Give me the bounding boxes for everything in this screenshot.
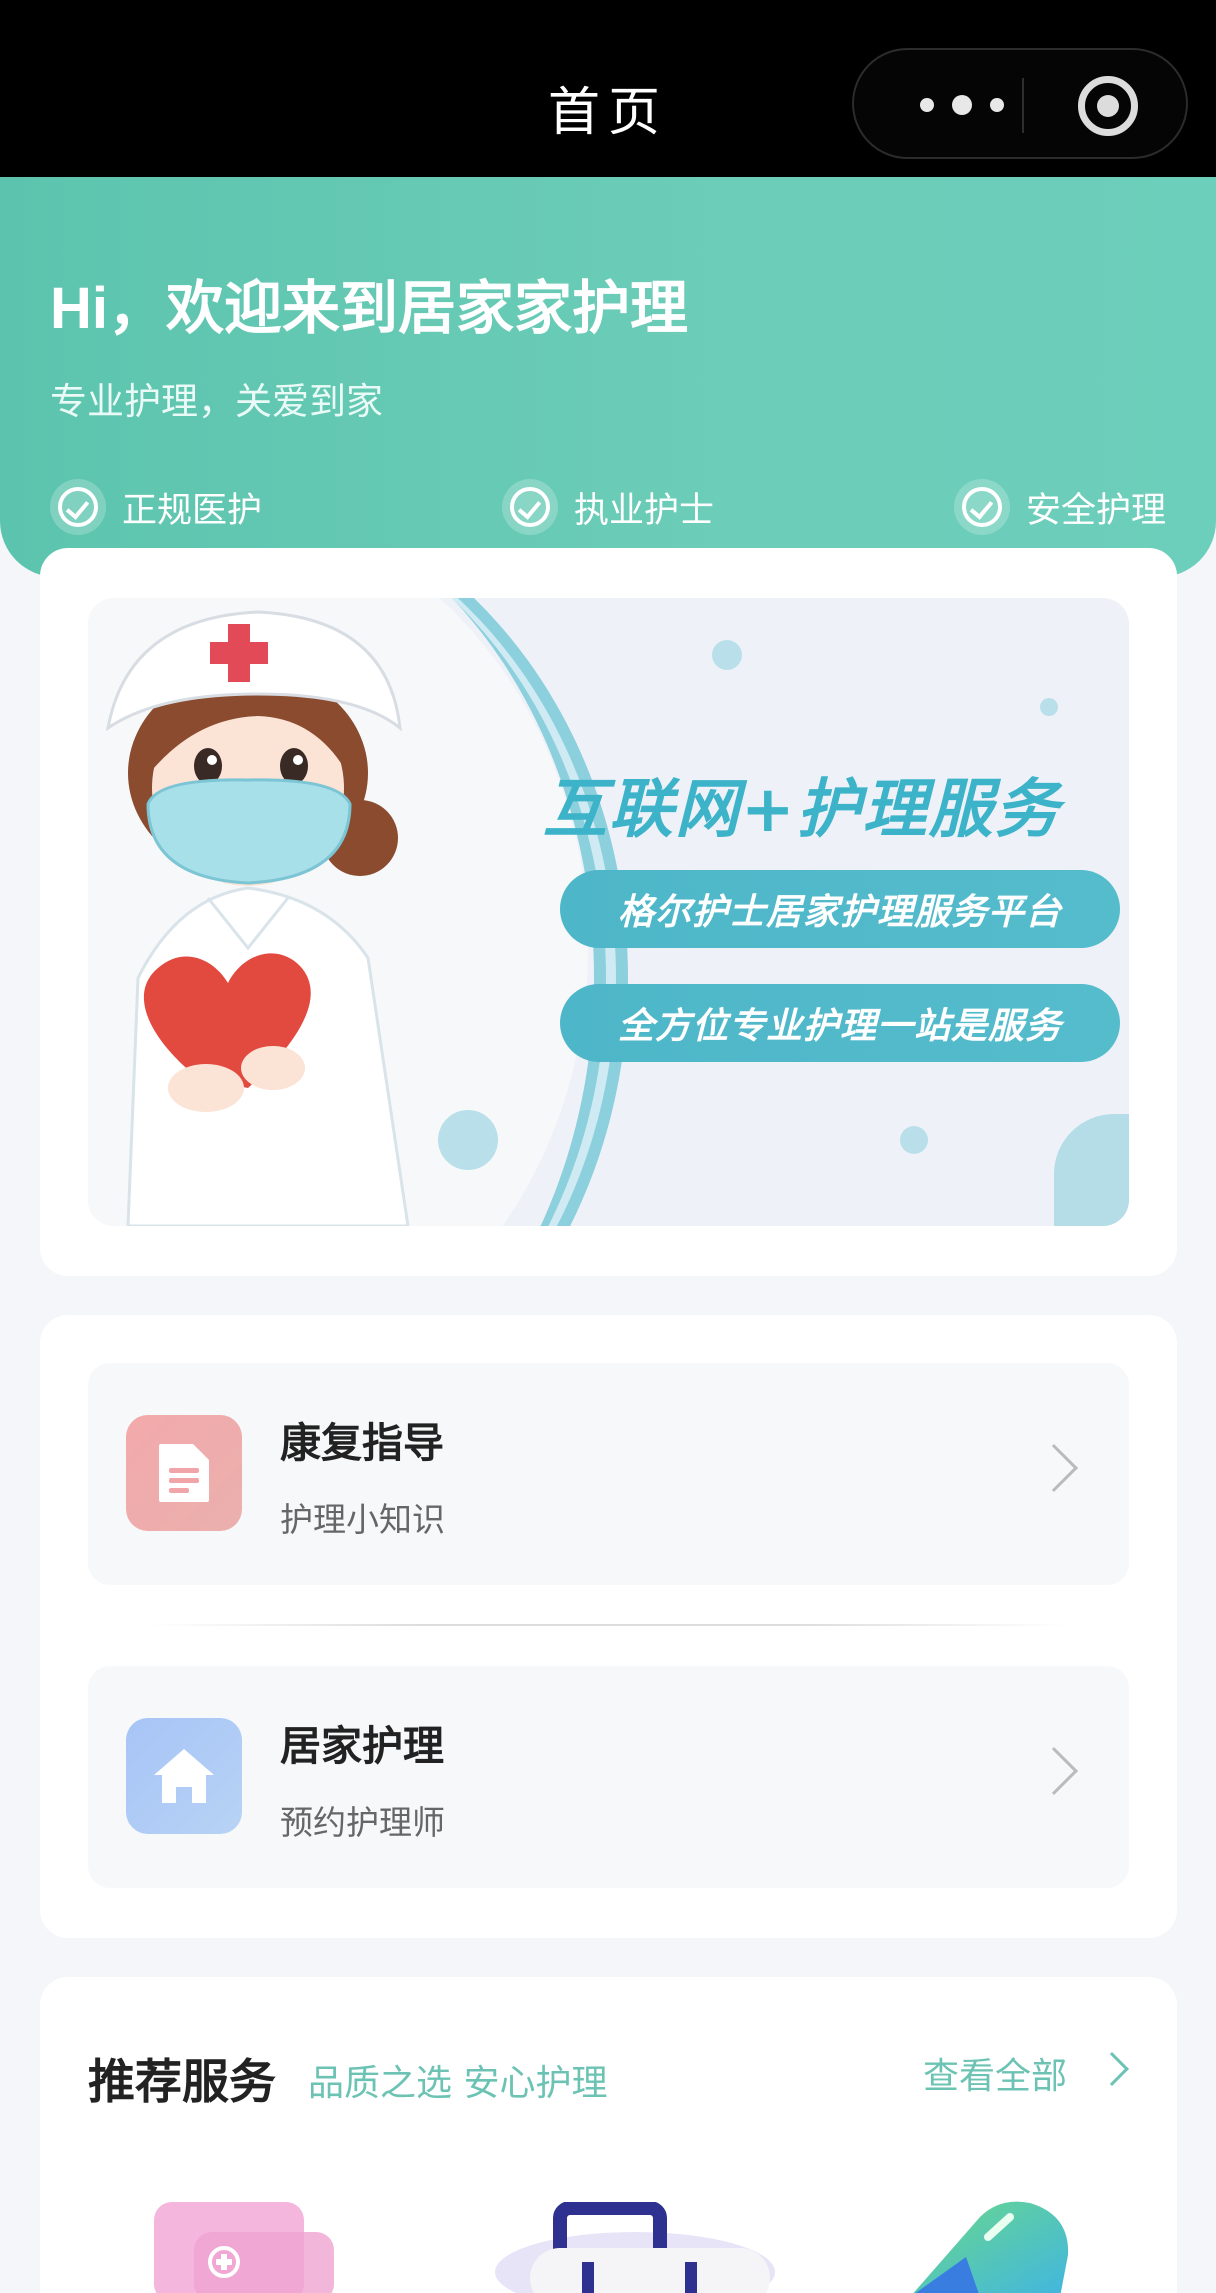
decor-drop: [1054, 1114, 1129, 1226]
top-nav-bar: 首页: [0, 0, 1216, 177]
recommend-subtitle: 品质之选 安心护理: [308, 2063, 608, 2104]
check-circle-icon: [502, 479, 558, 535]
badge-safe-care: 安全护理: [954, 477, 1166, 537]
chevron-right-icon: [1029, 1746, 1079, 1796]
capsule-pill-icon[interactable]: [870, 2197, 1100, 2293]
promo-banner[interactable]: 互联网+护理服务 格尔护士居家护理服务平台 全方位专业护理一站是服务: [88, 598, 1129, 1226]
badge-certified: 正规医护: [50, 477, 262, 537]
chevron-right-icon[interactable]: [1095, 2052, 1129, 2086]
badge-licensed-nurse: 执业护士: [502, 477, 714, 537]
badge-label: 安全护理: [1026, 490, 1167, 531]
check-circle-icon: [50, 479, 106, 535]
decor-dot: [712, 640, 742, 670]
mini-program-capsule: [852, 48, 1188, 159]
menu-item-subtitle: 护理小知识: [280, 1500, 445, 1539]
view-all-link[interactable]: 查看全部: [923, 2047, 1067, 2099]
check-circle-icon: [954, 479, 1010, 535]
recommend-title: 推荐服务: [88, 2055, 276, 2110]
home-icon: [126, 1718, 242, 1834]
badge-label: 正规医护: [122, 490, 263, 531]
more-options-icon[interactable]: [906, 88, 1026, 122]
medical-kit-icon[interactable]: [485, 2202, 785, 2293]
banner-pill-onestop: 全方位专业护理一站是服务: [560, 984, 1120, 1062]
medical-record-icon[interactable]: [154, 2202, 354, 2293]
badge-label: 执业护士: [574, 490, 715, 531]
banner-pill-platform: 格尔护士居家护理服务平台: [560, 870, 1120, 948]
hero-header: Hi，欢迎来到居家家护理 专业护理，关爱到家 正规医护 执业护士 安全护理: [0, 177, 1216, 577]
menu-item-home-care[interactable]: 居家护理 预约护理师: [88, 1666, 1129, 1888]
capsule-divider: [1022, 78, 1024, 133]
menu-item-title: 康复指导: [280, 1419, 444, 1467]
banner-card: 互联网+护理服务 格尔护士居家护理服务平台 全方位专业护理一站是服务: [40, 548, 1177, 1276]
chevron-right-icon: [1029, 1443, 1079, 1493]
decor-dot: [900, 1126, 928, 1154]
decor-dot: [1040, 698, 1058, 716]
service-menu-card: 康复指导 护理小知识 居家护理 预约护理师: [40, 1315, 1177, 1938]
menu-item-subtitle: 预约护理师: [280, 1803, 445, 1842]
menu-divider: [150, 1624, 1067, 1626]
menu-item-rehab-guide[interactable]: 康复指导 护理小知识: [88, 1363, 1129, 1585]
welcome-slogan: 专业护理，关爱到家: [50, 380, 383, 423]
menu-item-title: 居家护理: [280, 1722, 444, 1770]
close-miniprogram-icon[interactable]: [1078, 76, 1138, 136]
welcome-title: Hi，欢迎来到居家家护理: [50, 276, 689, 341]
banner-headline: 互联网+护理服务: [543, 773, 1061, 847]
document-icon: [126, 1415, 242, 1531]
recommend-card: 推荐服务 品质之选 安心护理 查看全部: [40, 1977, 1177, 2293]
nurse-illustration: [105, 610, 410, 1226]
